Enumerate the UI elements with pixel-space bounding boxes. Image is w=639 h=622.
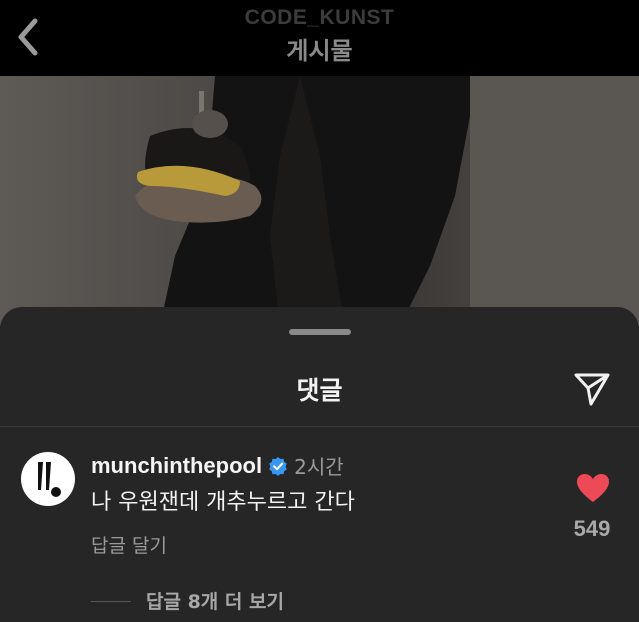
comment-header: munchinthepool 2시간 — [91, 451, 344, 480]
photo-content — [135, 76, 639, 326]
top-bar: CODE_KUNST 게시물 — [0, 0, 639, 76]
divider — [0, 426, 639, 427]
comments-sheet: 댓글 munchinthepool 2시간 나 우원잰데 개추누르고 간다 답글… — [0, 307, 639, 622]
view-more-replies-button[interactable]: 답글 8개 더 보기 — [146, 587, 284, 614]
comment-time: 2시간 — [294, 455, 344, 479]
avatar[interactable] — [21, 452, 75, 506]
comment-username[interactable]: munchinthepool — [91, 453, 262, 479]
heart-icon — [577, 474, 609, 502]
drag-handle[interactable] — [289, 329, 351, 335]
share-button[interactable] — [570, 369, 614, 409]
post-photo — [0, 76, 639, 326]
verified-badge-icon — [268, 456, 288, 476]
avatar-logo-icon — [38, 462, 61, 497]
page-title: 게시물 — [286, 37, 353, 65]
like-count: 549 — [573, 516, 611, 541]
paper-plane-icon — [574, 373, 610, 406]
like-button[interactable] — [576, 473, 610, 503]
more-replies-line — [91, 601, 131, 602]
comment-text: 나 우원잰데 개추누르고 간다 — [91, 490, 355, 515]
reply-button[interactable]: 답글 달기 — [91, 531, 167, 558]
post-comments-screen: CODE_KUNST 게시물 댓글 munchinthepool 2시간 나 우… — [0, 0, 639, 622]
comments-title: 댓글 — [296, 376, 343, 405]
account-name: CODE_KUNST — [244, 6, 395, 29]
